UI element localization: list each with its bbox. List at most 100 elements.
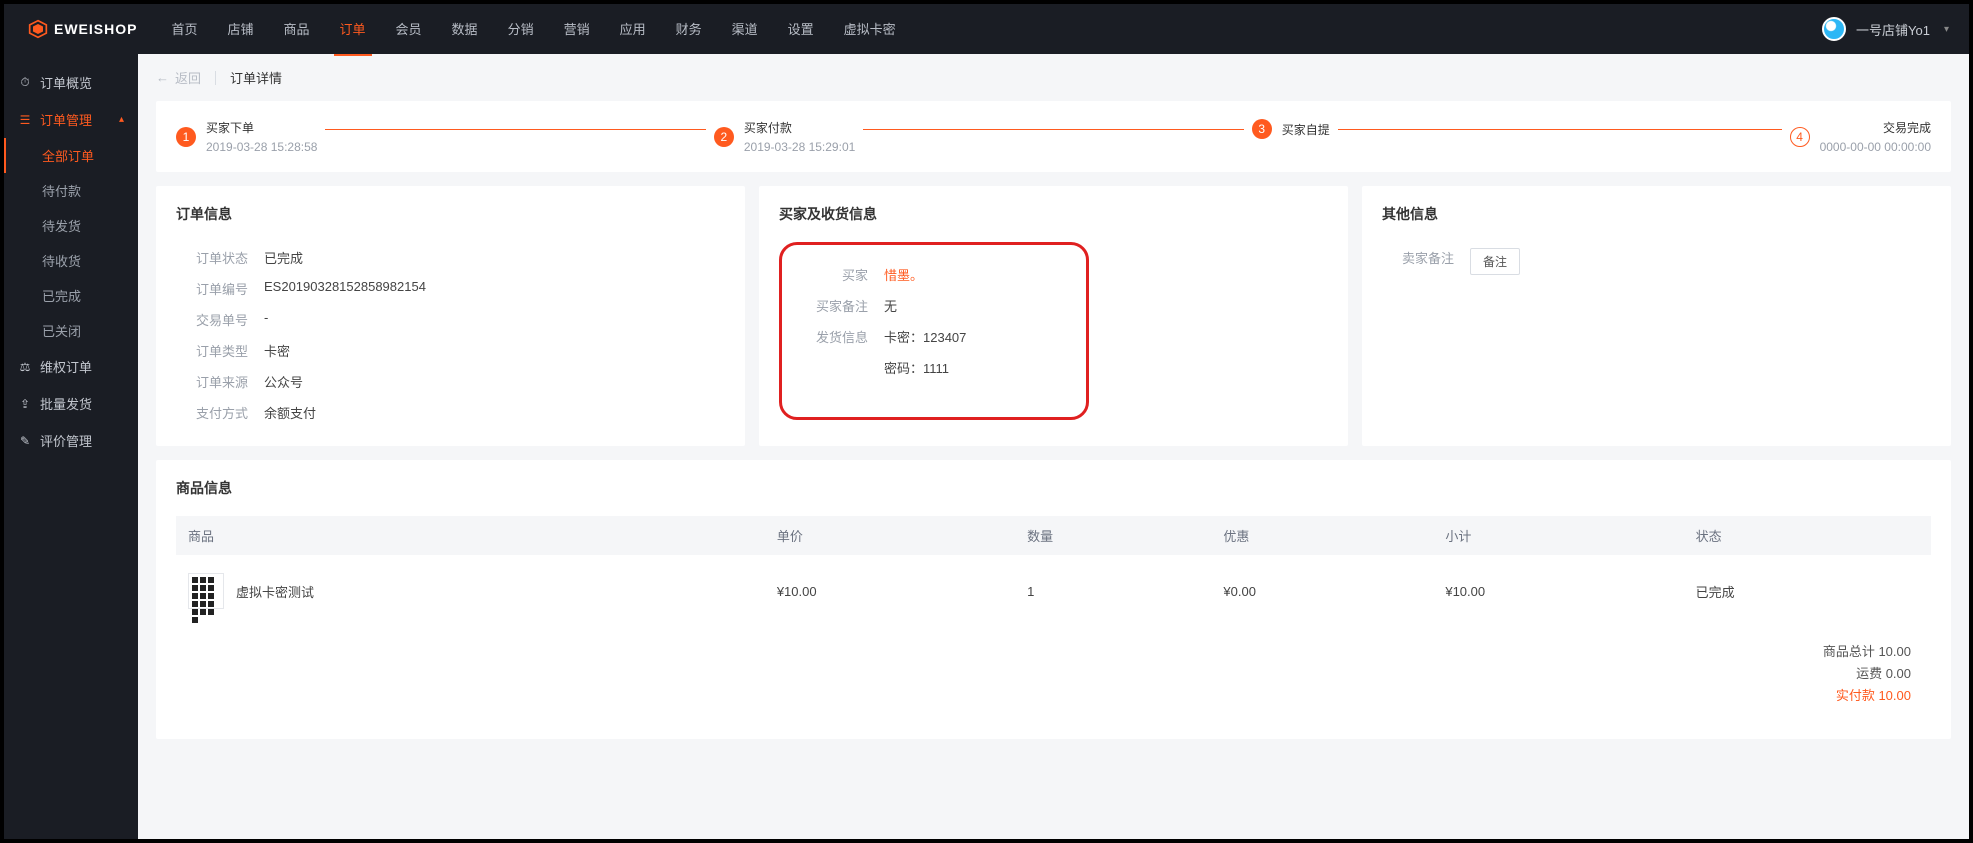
logo[interactable]: EWEISHOP [4,19,165,39]
product-discount: ¥0.00 [1211,555,1433,627]
nav-分销[interactable]: 分销 [502,3,540,56]
sidebar-item-订单概览[interactable]: ⏱ 订单概览 [4,64,138,101]
products-panel: 商品信息 商品单价数量优惠小计状态 虚拟卡密测试 ¥10 [156,460,1951,739]
sidebar-item-批量发货[interactable]: ⇪ 批量发货 [4,385,138,422]
nav-应用[interactable]: 应用 [614,3,652,56]
sidebar-icon: ☰ [18,113,32,127]
other-info-panel: 其他信息 卖家备注 备注 [1362,186,1951,446]
sidebar-item-订单管理[interactable]: ☰ 订单管理 ▴ [4,101,138,138]
nav-营销[interactable]: 营销 [558,3,596,56]
total-ship: 运费 0.00 [196,663,1911,685]
field-value: 惜墨。 [884,265,923,284]
total-goods: 商品总计 10.00 [196,641,1911,663]
field-value: 无 [884,296,897,315]
highlighted-box: 买家惜墨。买家备注无发货信息卡密：123407密码：1111 [779,242,1089,420]
product-thumbnail [188,573,224,609]
note-button[interactable]: 备注 [1470,248,1520,275]
sidebar-sub-已完成[interactable]: 已完成 [4,278,138,313]
sidebar-label: 订单概览 [40,73,92,92]
top-nav: 首页店铺商品订单会员数据分销营销应用财务渠道设置虚拟卡密 [165,3,1822,56]
sidebar-item-评价管理[interactable]: ✎评价管理 [4,422,138,459]
field-label: 订单状态 [176,248,248,267]
product-name: 虚拟卡密测试 [236,582,314,601]
nav-店铺[interactable]: 店铺 [221,3,259,56]
divider [215,71,216,85]
field-value: 密码：1111 [884,358,949,377]
step-line [1338,129,1782,130]
field-value: 公众号 [264,372,303,391]
nav-订单[interactable]: 订单 [334,3,372,56]
caret-up-icon: ▴ [119,114,124,125]
step-sub: 0000-00-00 00:00:00 [1820,140,1931,154]
page-title: 订单详情 [230,68,282,87]
shop-name: 一号店铺Yo1 [1856,20,1930,39]
sidebar: ⏱ 订单概览 ☰ 订单管理 ▴ 全部订单待付款待发货待收货已完成已关闭⚖维权订单 ⇪ 批量发货… [4,54,138,839]
col-商品: 商品 [176,516,765,555]
order-field-订单状态: 订单状态已完成 [176,242,725,273]
field-label: 订单类型 [176,341,248,360]
step-dot: 1 [176,127,196,147]
sidebar-sub-待付款[interactable]: 待付款 [4,173,138,208]
steps-panel: 1买家下单2019-03-28 15:28:582 买家付款 2019-03-28 … [156,101,1951,172]
field-value: ES20190328152858982154 [264,279,426,298]
step-title: 买家自提 [1282,121,1330,138]
step-dot: 2 [714,127,734,147]
step-title: 买家付款 [744,119,855,136]
seller-note-label: 卖家备注 [1382,248,1454,275]
field-label [796,358,868,377]
other-info-title: 其他信息 [1382,204,1931,224]
content: ← 返回 订单详情 1买家下单2019-03-28 15:28:582 买家付款 2… [138,54,1969,839]
nav-财务[interactable]: 财务 [670,3,708,56]
sidebar-label: 维权订单 [40,357,92,376]
sidebar-label: 批量发货 [40,394,92,413]
sidebar-icon: ⏱ [18,75,32,90]
step-1: 1买家下单2019-03-28 15:28:58 [176,119,714,154]
field-label: 发货信息 [796,327,868,346]
col-单价: 单价 [765,516,1015,555]
nav-虚拟卡密[interactable]: 虚拟卡密 [838,3,902,56]
step-2: 2买家付款2019-03-28 15:29:01 [714,119,1252,154]
field-label: 订单编号 [176,279,248,298]
nav-设置[interactable]: 设置 [782,3,820,56]
step-line [325,129,705,130]
breadcrumb: ← 返回 订单详情 [156,68,1951,87]
step-4: 4交易完成0000-00-00 00:00:00 [1790,119,1931,154]
sidebar-sub-全部订单[interactable]: 全部订单 [4,138,138,173]
back-link[interactable]: ← 返回 [156,68,201,87]
sidebar-item-维权订单[interactable]: ⚖维权订单 [4,348,138,385]
field-value: 余额支付 [264,403,316,422]
order-info-panel: 订单信息 订单状态已完成订单编号ES20190328152858982154交易… [156,186,745,446]
sidebar-icon: ⇪ [18,397,32,411]
field-label: 支付方式 [176,403,248,422]
logo-icon [28,19,48,39]
sidebar-sub-已关闭[interactable]: 已关闭 [4,313,138,348]
buyer-field-买家: 买家惜墨。 [796,259,966,290]
products-title: 商品信息 [176,478,1931,498]
field-label: 交易单号 [176,310,248,329]
nav-商品[interactable]: 商品 [278,3,316,56]
order-field-订单类型: 订单类型卡密 [176,335,725,366]
nav-渠道[interactable]: 渠道 [726,3,764,56]
table-row: 虚拟卡密测试 ¥10.00 1 ¥0.00 ¥10.00 已完成 [176,555,1931,627]
field-label: 买家 [796,265,868,284]
buyer-field-发货信息: 发货信息卡密：123407 [796,321,966,352]
products-table: 商品单价数量优惠小计状态 虚拟卡密测试 ¥10.00 1 [176,516,1931,627]
step-dot: 3 [1252,119,1272,139]
step-sub: 2019-03-28 15:28:58 [206,140,317,154]
buyer-info-panel: 买家及收货信息 买家惜墨。买家备注无发货信息卡密：123407密码：1111 [759,186,1348,446]
nav-数据[interactable]: 数据 [446,3,484,56]
sidebar-label: 订单管理 [40,110,92,129]
sidebar-sub-待发货[interactable]: 待发货 [4,208,138,243]
sidebar-label: 评价管理 [40,431,92,450]
nav-会员[interactable]: 会员 [390,3,428,56]
user-menu[interactable]: 一号店铺Yo1 ▾ [1822,17,1949,41]
logo-text: EWEISHOP [54,21,137,37]
product-price: ¥10.00 [765,555,1015,627]
topbar: EWEISHOP 首页店铺商品订单会员数据分销营销应用财务渠道设置虚拟卡密 一号… [4,4,1969,54]
buyer-field-extra: 密码：1111 [796,352,966,383]
step-title: 交易完成 [1820,119,1931,136]
nav-首页[interactable]: 首页 [165,3,203,56]
order-field-交易单号: 交易单号- [176,304,725,335]
sidebar-sub-待收货[interactable]: 待收货 [4,243,138,278]
col-数量: 数量 [1015,516,1211,555]
